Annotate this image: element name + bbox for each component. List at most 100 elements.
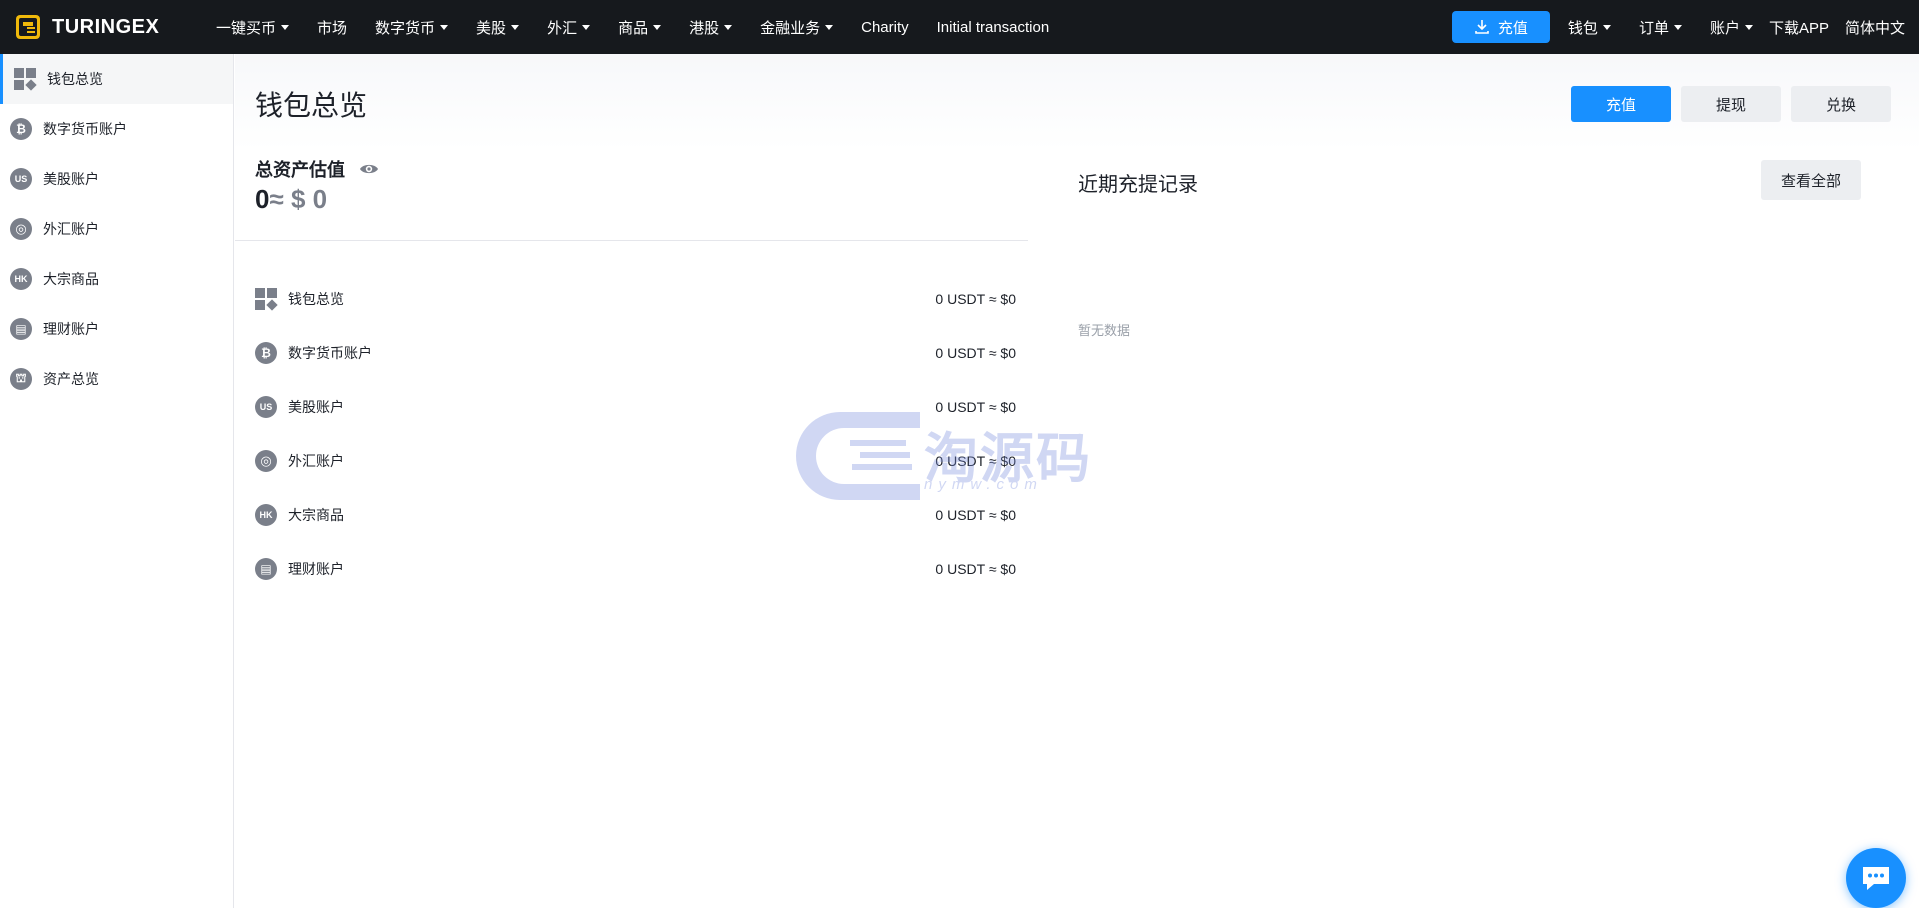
nav-account[interactable]: 账户	[1702, 0, 1761, 54]
chat-bubble-icon	[1863, 867, 1889, 890]
nav-item-market[interactable]: 市场	[303, 0, 361, 54]
account-row-us-stock[interactable]: US 美股账户 0 USDT ≈ $0	[255, 392, 1028, 422]
caret-down-icon	[281, 24, 290, 30]
nav-label: 简体中文	[1844, 19, 1905, 37]
view-all-button[interactable]: 查看全部	[1761, 160, 1861, 200]
nav-item-initial-transaction[interactable]: Initial transaction	[923, 0, 1064, 54]
deposit-button[interactable]: 充值	[1571, 86, 1671, 122]
brand-name: TURINGEX	[52, 15, 160, 38]
main-nav: 一键买币 市场 数字货币 美股 外汇 商品 港股 金融业务 Charity In…	[202, 0, 1063, 54]
account-name: 钱包总览	[288, 291, 344, 307]
sidebar-item-crypto-account[interactable]: ₿ 数字货币账户	[0, 104, 233, 154]
account-value: 0 USDT ≈ $0	[935, 399, 1016, 415]
nav-item-commodities[interactable]: 商品	[604, 0, 675, 54]
nav-item-forex[interactable]: 外汇	[533, 0, 604, 54]
account-name: 美股账户	[288, 399, 344, 415]
account-row-wallet-overview[interactable]: 钱包总览 0 USDT ≈ $0	[255, 284, 1028, 314]
hk-icon: HK	[10, 268, 32, 290]
us-icon: US	[255, 396, 277, 418]
divider	[235, 240, 1028, 241]
caret-down-icon	[582, 24, 591, 30]
sidebar-item-label: 大宗商品	[43, 271, 99, 287]
sidebar-item-label: 数字货币账户	[43, 121, 127, 137]
logo-icon	[16, 15, 40, 39]
total-assets-label-row: 总资产估值	[255, 156, 379, 182]
caret-down-icon	[1602, 24, 1611, 30]
sidebar-item-forex-account[interactable]: ◎ 外汇账户	[0, 204, 233, 254]
nav-download-app[interactable]: 下载APP	[1761, 0, 1837, 54]
assets-icon: ⛫	[10, 368, 32, 390]
total-assets-usd: $ 0	[290, 184, 328, 214]
nav-label: 订单	[1638, 19, 1669, 37]
exchange-button[interactable]: 兑换	[1791, 86, 1891, 122]
nav-label: Initial transaction	[936, 18, 1050, 36]
chat-support-button[interactable]	[1846, 848, 1906, 908]
caret-down-icon	[1744, 24, 1753, 30]
total-assets-value: 0≈ $ 0	[255, 184, 327, 215]
grid-icon	[255, 288, 278, 311]
finance-icon: ▤	[10, 318, 32, 340]
top-navbar: TURINGEX 一键买币 市场 数字货币 美股 外汇 商品 港股 金融业务 C…	[0, 0, 1919, 54]
brand-logo[interactable]: TURINGEX	[16, 15, 202, 39]
caret-down-icon	[653, 24, 662, 30]
nav-item-finance[interactable]: 金融业务	[746, 0, 847, 54]
nav-label: 外汇	[547, 19, 578, 37]
sidebar-item-commodities[interactable]: HK 大宗商品	[0, 254, 233, 304]
top-deposit-button[interactable]: 充值	[1451, 11, 1550, 43]
nav-label: 一键买币	[216, 19, 277, 37]
finance-icon: ▤	[255, 558, 277, 580]
sidebar-item-us-stock-account[interactable]: US 美股账户	[0, 154, 233, 204]
account-value: 0 USDT ≈ $0	[935, 345, 1016, 361]
account-name: 大宗商品	[288, 507, 344, 523]
sidebar-item-label: 理财账户	[43, 321, 99, 337]
nav-label: 数字货币	[375, 19, 436, 37]
caret-down-icon	[825, 24, 834, 30]
sidebar-item-label: 外汇账户	[43, 221, 99, 237]
nav-item-charity[interactable]: Charity	[847, 0, 923, 54]
eye-icon[interactable]	[359, 162, 379, 176]
grid-icon	[14, 68, 37, 91]
caret-down-icon	[511, 24, 520, 30]
account-name: 外汇账户	[288, 453, 344, 469]
nav-label: 金融业务	[760, 19, 821, 37]
nav-right: 充值 钱包 订单 账户 下载APP 简体中文	[1451, 0, 1919, 54]
nav-orders[interactable]: 订单	[1631, 0, 1690, 54]
recent-records-title: 近期充提记录	[1078, 174, 1198, 196]
sidebar-item-wallet-overview[interactable]: 钱包总览	[0, 54, 233, 104]
account-name: 数字货币账户	[288, 345, 372, 361]
nav-language[interactable]: 简体中文	[1837, 0, 1913, 54]
page-title: 钱包总览	[255, 90, 368, 121]
account-value: 0 USDT ≈ $0	[935, 507, 1016, 523]
account-value: 0 USDT ≈ $0	[935, 291, 1016, 307]
withdraw-button[interactable]: 提现	[1681, 86, 1781, 122]
account-name: 理财账户	[288, 561, 344, 577]
caret-down-icon	[1673, 24, 1682, 30]
nav-label: 钱包	[1567, 19, 1598, 37]
account-row-finance[interactable]: ▤ 理财账户 0 USDT ≈ $0	[255, 554, 1028, 584]
nav-item-quick-buy[interactable]: 一键买币	[202, 0, 303, 54]
approx-sign: ≈	[269, 184, 284, 214]
us-icon: US	[10, 168, 32, 190]
nav-label: Charity	[861, 18, 909, 36]
account-row-crypto[interactable]: ₿ 数字货币账户 0 USDT ≈ $0	[255, 338, 1028, 368]
caret-down-icon	[724, 24, 733, 30]
nav-item-hk-stocks[interactable]: 港股	[675, 0, 746, 54]
nav-label: 港股	[689, 19, 720, 37]
sidebar-item-finance-account[interactable]: ▤ 理财账户	[0, 304, 233, 354]
sidebar-item-label: 资产总览	[43, 371, 99, 387]
nav-label: 下载APP	[1768, 19, 1829, 37]
total-assets-label: 总资产估值	[255, 160, 345, 180]
globe-icon: ◎	[255, 450, 277, 472]
hk-icon: HK	[255, 504, 277, 526]
account-value: 0 USDT ≈ $0	[935, 453, 1016, 469]
nav-item-crypto[interactable]: 数字货币	[361, 0, 462, 54]
bitcoin-icon: ₿	[255, 342, 277, 364]
sidebar-item-asset-overview[interactable]: ⛫ 资产总览	[0, 354, 233, 404]
account-row-forex[interactable]: ◎ 外汇账户 0 USDT ≈ $0	[255, 446, 1028, 476]
total-assets-number: 0	[255, 184, 270, 214]
nav-item-us-stocks[interactable]: 美股	[462, 0, 533, 54]
account-row-commodities[interactable]: HK 大宗商品 0 USDT ≈ $0	[255, 500, 1028, 530]
nav-wallet[interactable]: 钱包	[1560, 0, 1619, 54]
nav-label: 美股	[476, 19, 507, 37]
sidebar: 钱包总览 ₿ 数字货币账户 US 美股账户 ◎ 外汇账户 HK 大宗商品 ▤ 理…	[0, 54, 234, 908]
